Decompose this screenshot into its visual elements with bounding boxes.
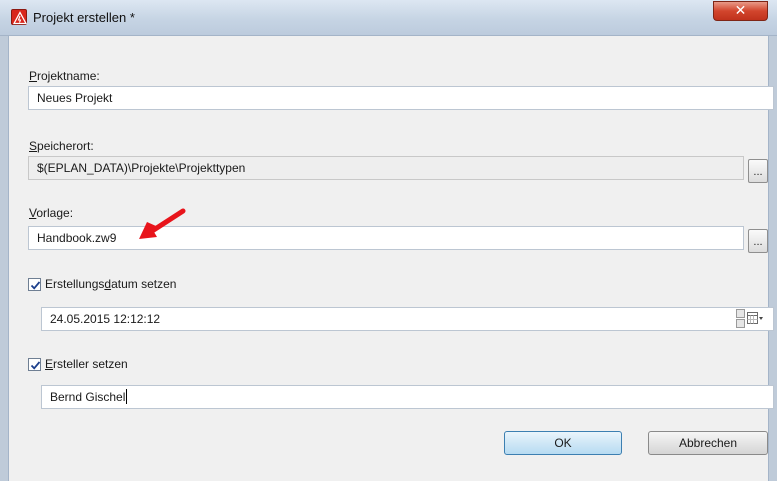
calendar-icon[interactable] bbox=[747, 312, 763, 326]
red-arrow-annotation-icon bbox=[139, 208, 186, 239]
checkmark-icon bbox=[30, 281, 41, 290]
vorlage-browse-button[interactable]: ... bbox=[748, 229, 768, 253]
projektname-input[interactable]: Neues Projekt bbox=[28, 86, 774, 110]
speicherort-field[interactable]: $(EPLAN_DATA)\Projekte\Projekttypen bbox=[28, 156, 744, 180]
vorlage-label: Vorlage: bbox=[29, 206, 74, 220]
erstellungsdatum-label: Erstellungsdatum setzen bbox=[45, 277, 177, 291]
spin-up-button[interactable] bbox=[736, 309, 745, 318]
ersteller-checkbox[interactable] bbox=[28, 358, 41, 371]
checkmark-icon bbox=[30, 361, 41, 370]
ok-button[interactable]: OK bbox=[504, 431, 622, 455]
projektname-label: Projektname: bbox=[29, 69, 100, 83]
text-caret bbox=[126, 389, 128, 404]
app-warning-icon bbox=[11, 9, 27, 25]
erstellungsdatum-checkbox[interactable] bbox=[28, 278, 41, 291]
speicherort-browse-button[interactable]: ... bbox=[748, 159, 768, 183]
ersteller-input[interactable]: Bernd Gischel bbox=[41, 385, 774, 409]
ersteller-label: Ersteller setzen bbox=[45, 357, 128, 371]
window-titlebar[interactable]: Projekt erstellen * ✕ bbox=[0, 0, 777, 36]
dialog-body: Projektname: Neues Projekt Speicherort: … bbox=[8, 36, 774, 481]
window-title: Projekt erstellen * bbox=[33, 10, 135, 25]
vorlage-input[interactable]: Handbook.zw9 bbox=[28, 226, 744, 250]
cancel-button[interactable]: Abbrechen bbox=[648, 431, 768, 455]
window-frame-left bbox=[0, 36, 8, 481]
erstellungsdatum-input[interactable]: 24.05.2015 12:12:12 bbox=[41, 307, 774, 331]
spin-down-button[interactable] bbox=[736, 319, 745, 328]
close-button[interactable]: ✕ bbox=[713, 1, 768, 21]
date-spinner[interactable] bbox=[736, 309, 745, 329]
speicherort-label: Speicherort: bbox=[29, 139, 94, 153]
